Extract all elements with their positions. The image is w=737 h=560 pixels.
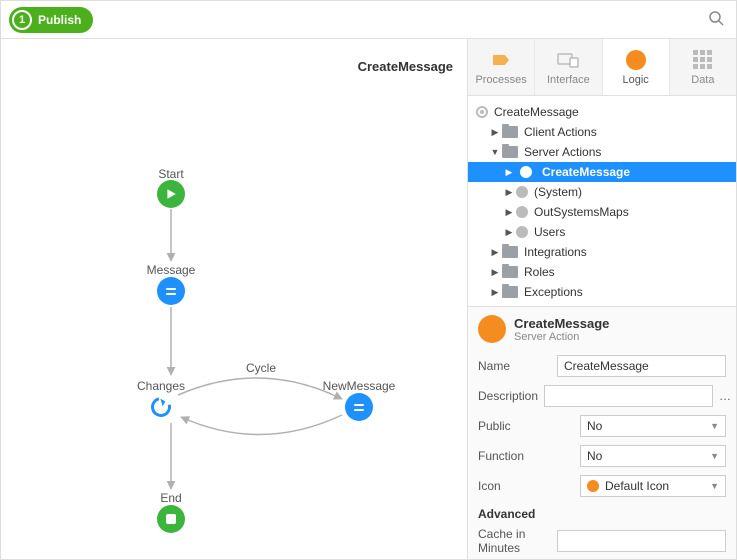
tree-item-users[interactable]: ▶ Users [468, 222, 736, 242]
tree-exceptions[interactable]: ▶ Exceptions [468, 282, 736, 302]
tab-interface[interactable]: Interface [535, 39, 602, 95]
action-icon [520, 166, 532, 178]
node-label-message: Message [147, 263, 196, 277]
chevron-down-icon: ▼ [710, 421, 719, 431]
chevron-down-icon: ▼ [710, 451, 719, 461]
folder-icon [502, 266, 518, 278]
properties-title: CreateMessage [514, 316, 609, 331]
tree-client-actions[interactable]: ▶ Client Actions [468, 122, 736, 142]
caret-right-icon: ▶ [504, 227, 514, 238]
prop-label: Icon [478, 479, 574, 493]
node-label-changes: Changes [137, 379, 185, 393]
publish-badge: 1 [12, 10, 32, 30]
prop-label: Cache in Minutes [478, 527, 551, 555]
node-message[interactable] [157, 277, 185, 305]
edge-label-cycle: Cycle [246, 361, 276, 375]
play-icon [157, 180, 185, 208]
tree-item-system[interactable]: ▶ (System) [468, 182, 736, 202]
node-changes[interactable] [147, 393, 175, 421]
folder-icon [502, 246, 518, 258]
logic-icon [625, 49, 647, 71]
chevron-down-icon: ▼ [710, 481, 719, 491]
name-input[interactable] [557, 355, 726, 377]
logic-tree[interactable]: CreateMessage ▶ Client Actions ▼ Server … [468, 96, 736, 306]
cycle-icon [147, 393, 175, 421]
publish-label: Publish [38, 13, 81, 27]
app-window: 1 Publish CreateMessage [0, 0, 737, 560]
action-icon [478, 315, 506, 343]
properties-header: CreateMessage Server Action [468, 307, 736, 351]
node-label-newmessage: NewMessage [323, 379, 396, 393]
tree-integrations[interactable]: ▶ Integrations [468, 242, 736, 262]
tree-item-maps[interactable]: ▶ OutSystemsMaps [468, 202, 736, 222]
properties-subtitle: Server Action [514, 331, 609, 343]
tree-root[interactable]: CreateMessage [468, 102, 736, 122]
tab-data[interactable]: Data [670, 39, 736, 95]
prop-label: Function [478, 449, 574, 463]
tree-item-createmessage[interactable]: ▶ CreateMessage [468, 162, 736, 182]
reference-icon [516, 226, 528, 238]
cache-input[interactable] [557, 530, 726, 552]
chevron-right-icon [490, 49, 512, 71]
node-start[interactable] [157, 180, 185, 208]
search-icon[interactable] [704, 6, 728, 33]
folder-icon [502, 286, 518, 298]
prop-label: Name [478, 359, 551, 373]
node-end[interactable] [157, 505, 185, 533]
caret-right-icon: ▶ [504, 187, 514, 198]
reference-icon [516, 186, 528, 198]
caret-right-icon: ▶ [490, 127, 500, 138]
assign-icon [345, 393, 373, 421]
node-label-end: End [160, 491, 181, 505]
caret-right-icon: ▶ [504, 167, 514, 178]
panel-tabs: Processes Interface Logic Data [468, 39, 736, 96]
data-grid-icon [692, 49, 714, 71]
description-input[interactable] [544, 385, 713, 407]
flow-connectors [1, 39, 467, 559]
icon-select[interactable]: Default Icon ▼ [580, 475, 726, 497]
right-panel: Processes Interface Logic Data [468, 39, 736, 559]
prop-label: Public [478, 419, 574, 433]
caret-right-icon: ▶ [504, 207, 514, 218]
devices-icon [557, 49, 579, 71]
module-icon [476, 106, 488, 118]
tab-processes[interactable]: Processes [468, 39, 535, 95]
caret-right-icon: ▶ [490, 267, 500, 278]
function-select[interactable]: No ▼ [580, 445, 726, 467]
tree-server-actions[interactable]: ▼ Server Actions [468, 142, 736, 162]
expand-description-button[interactable]: … [719, 389, 731, 403]
prop-label: Description [478, 389, 538, 403]
canvas-title: CreateMessage [358, 59, 453, 74]
properties-panel: CreateMessage Server Action Name Descrip… [468, 306, 736, 559]
caret-down-icon: ▼ [490, 147, 500, 157]
node-newmessage[interactable] [345, 393, 373, 421]
top-toolbar: 1 Publish [1, 1, 736, 39]
flow-canvas[interactable]: CreateMessage Start Message [1, 39, 468, 559]
folder-icon [502, 146, 518, 158]
public-select[interactable]: No ▼ [580, 415, 726, 437]
node-label-start: Start [158, 167, 183, 181]
stop-icon [157, 505, 185, 533]
folder-icon [502, 126, 518, 138]
caret-right-icon: ▶ [490, 247, 500, 258]
publish-button[interactable]: 1 Publish [9, 7, 93, 33]
icon-preview-icon [587, 480, 599, 492]
advanced-section-header[interactable]: Advanced [468, 501, 736, 523]
assign-icon [157, 277, 185, 305]
reference-icon [516, 206, 528, 218]
tab-logic[interactable]: Logic [603, 39, 670, 95]
caret-right-icon: ▶ [490, 287, 500, 298]
tree-roles[interactable]: ▶ Roles [468, 262, 736, 282]
